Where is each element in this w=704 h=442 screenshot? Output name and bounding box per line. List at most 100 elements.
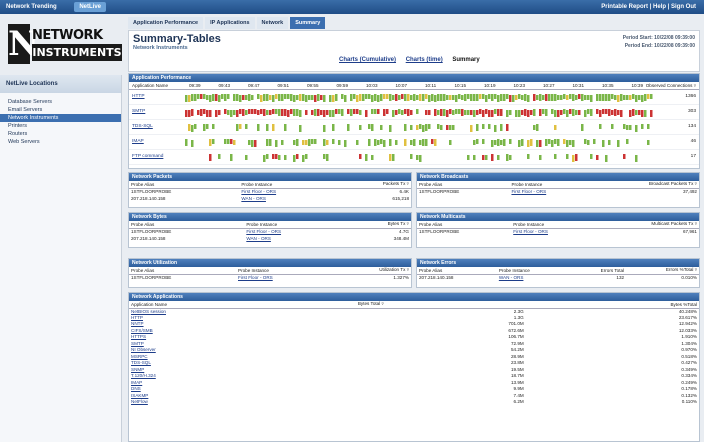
- app-name-link[interactable]: TDS-SQL: [132, 124, 153, 129]
- col-application-name[interactable]: Application Name: [132, 83, 168, 88]
- cell-text[interactable]: T.120/H.324: [131, 373, 156, 378]
- activity-mark: [185, 139, 188, 146]
- table-cell[interactable]: NetFlow: [129, 399, 356, 406]
- cell-text: 72.9M: [510, 340, 524, 346]
- app-name-link[interactable]: HTTP: [132, 94, 145, 99]
- activity-mark: [413, 139, 416, 146]
- app-name-link[interactable]: IMAP: [132, 139, 144, 144]
- table-cell[interactable]: WAN - ORS: [239, 195, 335, 202]
- column-header[interactable]: Errors %Total ▿: [626, 267, 699, 275]
- sidebar-item[interactable]: Network Instruments: [0, 114, 121, 122]
- activity-mark: [212, 94, 215, 101]
- table-cell[interactable]: First Floor - ORS: [511, 228, 593, 235]
- column-header[interactable]: Probe Instance: [236, 267, 330, 275]
- cell-text[interactable]: First Floor - ORS: [241, 189, 276, 194]
- cell-text[interactable]: HTTP: [131, 315, 143, 320]
- charts-cumulative-link[interactable]: Charts (Cumulative): [339, 57, 396, 63]
- column-header[interactable]: Broadcast Packets Tx ▿: [590, 181, 699, 189]
- cell-text[interactable]: IMAP: [131, 380, 142, 385]
- top-links[interactable]: Printable Report | Help | Sign Out: [601, 4, 696, 10]
- observed-connections-value: 134: [687, 124, 696, 129]
- cell-text[interactable]: DNS: [131, 386, 141, 391]
- column-header[interactable]: Bytes Tx ▿: [345, 221, 411, 229]
- cell-text[interactable]: HTTPS: [131, 334, 146, 339]
- tab-network[interactable]: Network: [256, 17, 289, 29]
- tab-application-performance[interactable]: Application Performance: [128, 17, 204, 29]
- column-header[interactable]: Probe Alias: [129, 181, 240, 189]
- column-header[interactable]: Bytes %Total: [525, 301, 699, 309]
- charts-time-link[interactable]: Charts (time): [406, 57, 443, 63]
- column-header[interactable]: Probe Alias: [129, 221, 245, 229]
- cell-text[interactable]: CIFS/SMB: [131, 328, 153, 333]
- activity-mark: [446, 110, 449, 117]
- table-cell: 6.2M: [356, 399, 526, 406]
- cell-text[interactable]: WAN - ORS: [241, 196, 266, 201]
- panel-title: Network Utilization: [129, 259, 411, 267]
- sidebar-item[interactable]: Web Servers: [0, 138, 121, 146]
- activity-mark: [425, 139, 428, 146]
- column-header[interactable]: Probe Alias: [417, 181, 510, 189]
- cell-text[interactable]: NetBIOS session: [131, 309, 166, 314]
- column-header[interactable]: Multicast Packets Tx ▿: [593, 221, 699, 229]
- cell-text[interactable]: SNMP: [131, 367, 144, 372]
- column-header[interactable]: Probe Instance: [496, 267, 570, 275]
- column-header[interactable]: Packets Tx ▿: [335, 181, 411, 189]
- tab-ip-applications[interactable]: IP Applications: [205, 17, 255, 29]
- activity-mark: [419, 94, 422, 101]
- column-header[interactable]: Bytes Total ▿: [355, 301, 526, 309]
- activity-mark: [494, 109, 497, 114]
- column-header[interactable]: Probe Instance: [244, 221, 345, 229]
- activity-mark: [605, 94, 608, 101]
- column-header[interactable]: Application Name: [129, 301, 356, 309]
- cell-text[interactable]: TDS-SQL: [131, 360, 151, 365]
- table-cell[interactable]: First Floor - ORS: [244, 228, 345, 235]
- cell-text[interactable]: MSRPC: [131, 354, 148, 359]
- table-cell[interactable]: WAN - ORS: [497, 274, 569, 281]
- activity-mark: [533, 109, 536, 116]
- cell-text[interactable]: First Floor - ORS: [511, 189, 546, 194]
- activity-mark: [497, 95, 500, 102]
- column-header[interactable]: Probe Instance: [509, 181, 591, 189]
- tab-summary[interactable]: Summary: [290, 17, 326, 29]
- cell-text[interactable]: NetFlow: [131, 399, 148, 404]
- activity-mark: [464, 110, 467, 115]
- cell-text[interactable]: First Floor - ORS: [513, 229, 548, 234]
- table-cell[interactable]: First Floor - ORS: [509, 188, 590, 195]
- sidebar-item[interactable]: Database Servers: [0, 98, 121, 106]
- column-header[interactable]: Probe Alias: [417, 267, 497, 275]
- activity-mark: [602, 109, 605, 114]
- app-name-link[interactable]: SMTP: [132, 109, 145, 114]
- cell-text[interactable]: WAN - ORS: [246, 236, 271, 241]
- activity-mark: [623, 154, 626, 159]
- cell-text[interactable]: WAN - ORS: [499, 275, 524, 280]
- col-observed-connections[interactable]: Observed Connections ▿: [646, 83, 696, 89]
- column-header[interactable]: Probe Instance: [239, 181, 336, 189]
- nav-netlive[interactable]: NetLive: [74, 2, 107, 12]
- column-header[interactable]: Probe Alias: [417, 221, 512, 229]
- cell-text[interactable]: ISAKMP: [131, 393, 148, 398]
- activity-strip: [209, 154, 638, 162]
- activity-mark: [296, 154, 299, 159]
- table-cell[interactable]: First Floor - ORS: [236, 274, 329, 281]
- sidebar-item[interactable]: Printers: [0, 122, 121, 130]
- column-header[interactable]: Probe Alias: [129, 267, 236, 275]
- cell-text[interactable]: SMTP: [131, 341, 144, 346]
- activity-mark: [266, 154, 269, 159]
- column-header[interactable]: Utilization Tx ▿: [329, 267, 411, 275]
- cell-text[interactable]: NI Observer: [131, 347, 156, 352]
- sidebar-item[interactable]: Routers: [0, 130, 121, 138]
- app-name-link[interactable]: FTP command: [132, 154, 163, 159]
- cell-text[interactable]: NNTP: [131, 321, 144, 326]
- column-header[interactable]: Errors Total: [569, 267, 627, 275]
- column-header[interactable]: Probe Instance: [511, 221, 594, 229]
- activity-mark: [410, 125, 413, 130]
- sidebar-item[interactable]: Email Servers: [0, 106, 121, 114]
- activity-mark: [572, 109, 575, 116]
- table-cell[interactable]: First Floor - ORS: [239, 188, 335, 195]
- nav-network-trending[interactable]: Network Trending: [6, 4, 57, 10]
- table-cell[interactable]: WAN - ORS: [244, 235, 345, 242]
- activity-mark: [329, 110, 332, 117]
- cell-text[interactable]: First Floor - ORS: [246, 229, 281, 234]
- time-label: 09:43: [218, 83, 231, 88]
- cell-text[interactable]: First Floor - ORS: [238, 275, 273, 280]
